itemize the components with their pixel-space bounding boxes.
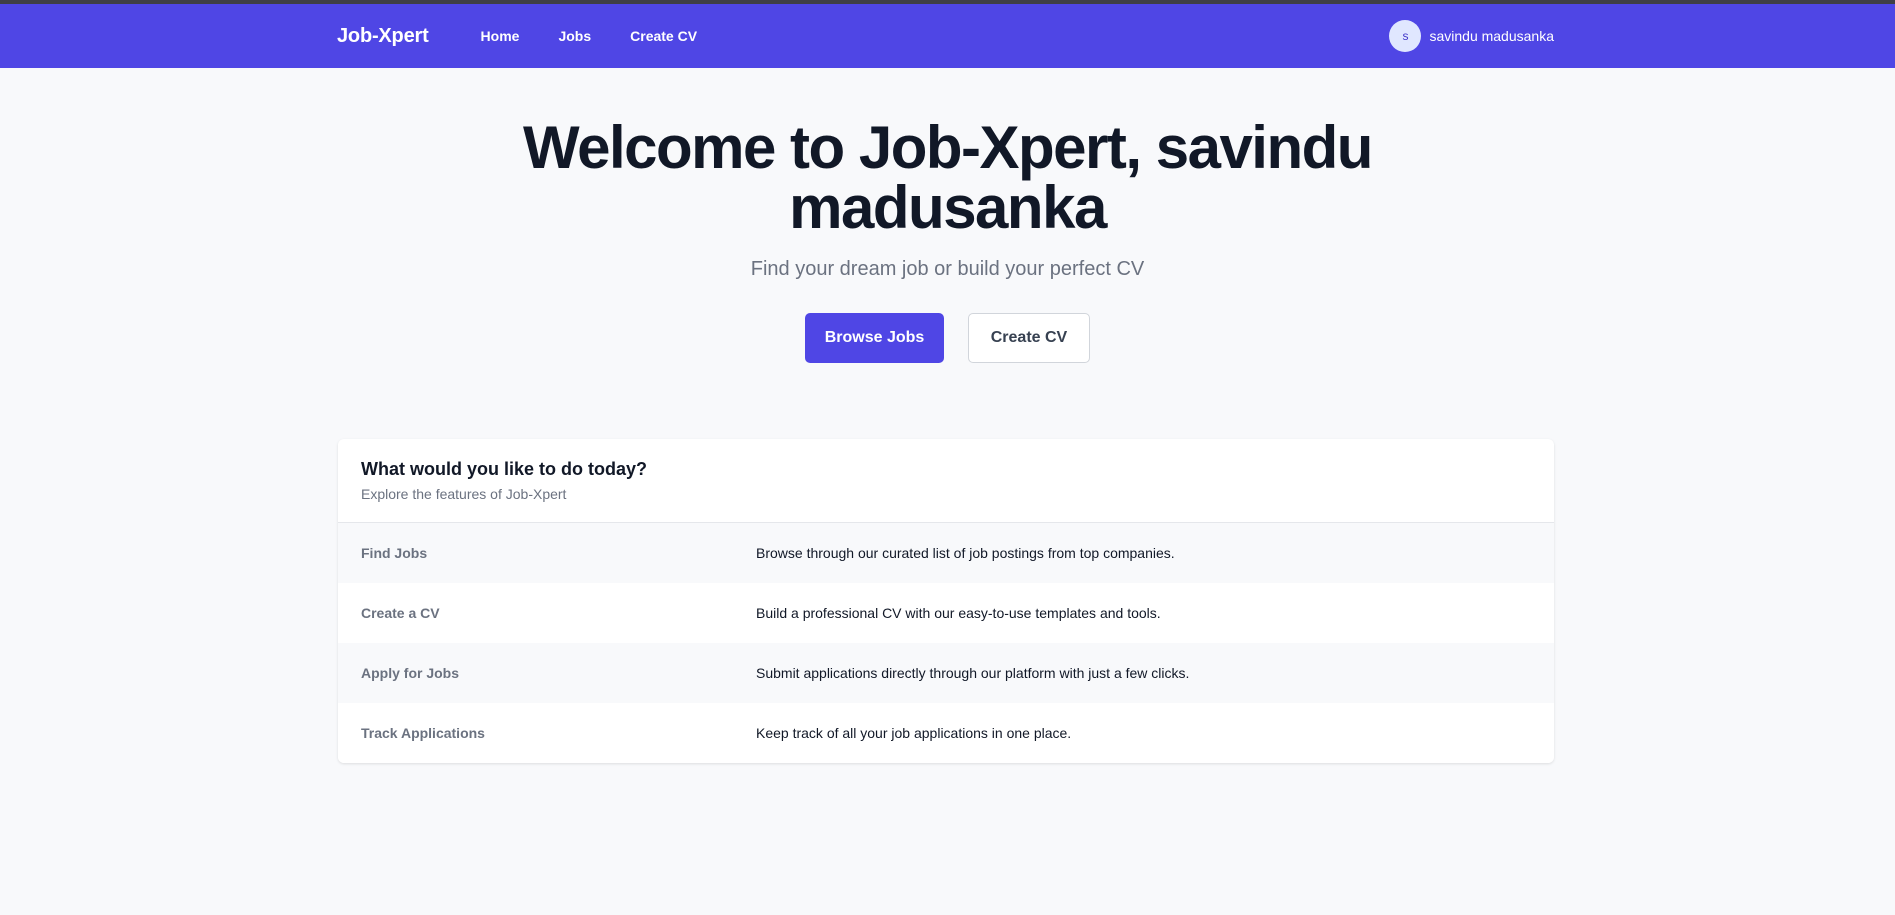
nav-links: Home Jobs Create CV: [481, 28, 698, 44]
feature-row-find-jobs: Find Jobs Browse through our curated lis…: [338, 523, 1554, 583]
user-menu[interactable]: s savindu madusanka: [1389, 20, 1554, 52]
features-list: Find Jobs Browse through our curated lis…: [338, 523, 1554, 763]
features-title: What would you like to do today?: [361, 459, 647, 479]
feature-description: Keep track of all your job applications …: [756, 725, 1072, 741]
feature-label: Find Jobs: [361, 545, 428, 561]
feature-label: Apply for Jobs: [361, 665, 460, 681]
hero-buttons: Browse Jobs Create CV: [0, 313, 1895, 363]
create-cv-button[interactable]: Create CV: [968, 313, 1090, 363]
feature-description: Browse through our curated list of job p…: [756, 545, 1175, 561]
hero-subtitle: Find your dream job or build your perfec…: [750, 258, 1145, 280]
navbar-inner: Job-Xpert Home Jobs Create CV s savindu …: [337, 4, 1554, 68]
hero-section: Welcome to Job-Xpert, savindu madusanka …: [0, 68, 1895, 363]
feature-label: Create a CV: [361, 605, 440, 621]
navbar: Job-Xpert Home Jobs Create CV s savindu …: [0, 4, 1895, 68]
features-card-header: What would you like to do today? Explore…: [338, 439, 1554, 523]
feature-label: Track Applications: [361, 725, 485, 741]
feature-row-apply-jobs: Apply for Jobs Submit applications direc…: [338, 643, 1554, 703]
browse-jobs-button[interactable]: Browse Jobs: [805, 313, 944, 363]
nav-link-home[interactable]: Home: [481, 28, 520, 44]
avatar: s: [1389, 20, 1422, 52]
feature-description: Submit applications directly through our…: [756, 665, 1190, 681]
user-name: savindu madusanka: [1429, 28, 1554, 44]
nav-link-jobs[interactable]: Jobs: [558, 28, 591, 44]
brand-logo[interactable]: Job-Xpert: [337, 25, 429, 48]
feature-row-track-applications: Track Applications Keep track of all you…: [338, 703, 1554, 763]
page-title: Welcome to Job-Xpert, savindu madusanka: [523, 114, 1373, 241]
nav-link-create-cv[interactable]: Create CV: [630, 28, 697, 44]
features-card: What would you like to do today? Explore…: [338, 439, 1554, 763]
features-subtitle: Explore the features of Job-Xpert: [361, 486, 567, 502]
feature-description: Build a professional CV with our easy-to…: [756, 605, 1161, 621]
feature-row-create-cv: Create a CV Build a professional CV with…: [338, 583, 1554, 643]
